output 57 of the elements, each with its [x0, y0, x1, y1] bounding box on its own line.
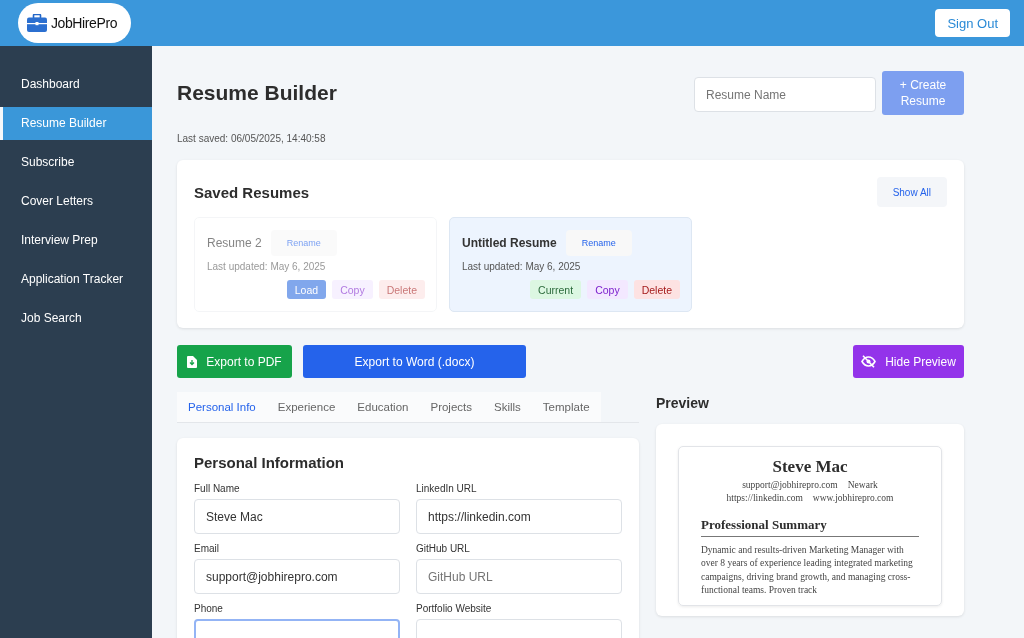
tab[interactable]: Experience: [266, 392, 347, 422]
tab[interactable]: Template: [531, 392, 601, 422]
contact-text: support@jobhirepro.com: [742, 480, 838, 490]
field-label: Phone: [194, 603, 224, 614]
sidebar-item[interactable]: Dashboard: [0, 65, 152, 104]
input-field[interactable]: https://linkedin.com: [416, 499, 622, 534]
resume-name: Steve Mac: [771, 457, 849, 477]
tab[interactable]: Personal Info: [177, 392, 267, 422]
resume-section-title: Professional Summary: [701, 517, 919, 537]
input-field[interactable]: support@jobhirepro.com: [194, 559, 400, 594]
field-label: LinkedIn URL: [416, 483, 478, 494]
field-label: Email: [194, 543, 220, 554]
sidebar-item[interactable]: Interview Prep: [0, 221, 152, 260]
last-saved-text: Last saved: 06/05/2025, 14:40:58: [177, 133, 327, 144]
export-pdf-button[interactable]: Export to PDF: [177, 345, 292, 378]
export-word-button[interactable]: Export to Word (.docx): [303, 345, 526, 378]
sidebar-item[interactable]: Job Search: [0, 299, 152, 338]
show-all-button[interactable]: Show All: [876, 177, 947, 207]
field-label: Full Name: [194, 483, 241, 494]
resume-card[interactable]: Resume 2 Rename Last updated: May 6, 2025 Load Copy Delete: [194, 217, 437, 312]
eye-slash-icon: [861, 355, 877, 368]
summary-text: Dynamic and results-driven Marketing Manager with over 8 years of experience leading integrated marketing campaigns, driving brand growth, and managing cross-functional teams. Proven track: [701, 544, 914, 597]
contact-text: Newark: [847, 480, 878, 490]
last-updated-text: Last updated: May 6, 2025: [207, 261, 327, 272]
briefcase-icon: [27, 14, 47, 32]
tab[interactable]: Skills: [483, 392, 532, 422]
last-updated-text: Last updated: May 6, 2025: [462, 261, 582, 272]
preview-title: Preview: [656, 395, 710, 411]
sidebar-item[interactable]: Subscribe: [0, 143, 152, 182]
resume-name-field[interactable]: Resume Name: [694, 77, 876, 112]
rename-button[interactable]: Rename: [565, 230, 632, 256]
contact-text: www.jobhirepro.com: [812, 493, 894, 503]
tab[interactable]: Education: [346, 392, 420, 422]
delete-button[interactable]: Delete: [633, 280, 680, 299]
input-field[interactable]: GitHub URL: [416, 559, 622, 594]
section-title: Saved Resumes: [194, 183, 310, 201]
file-download-icon: [187, 355, 198, 368]
sidebar-item[interactable]: Application Tracker: [0, 260, 152, 299]
logo-text: JobHirePro: [51, 15, 118, 31]
resume-card[interactable]: Untitled Resume Rename Last updated: May 6, 2025 Current Copy Delete: [449, 217, 692, 312]
input-field[interactable]: Steve Mac: [194, 499, 400, 534]
logo-pill[interactable]: JobHirePro: [18, 3, 132, 43]
copy-button[interactable]: Copy: [587, 280, 628, 299]
sidebar-item[interactable]: Cover Letters: [0, 182, 152, 221]
contact-text: https://linkedin.com: [726, 493, 803, 503]
tab[interactable]: Projects: [419, 392, 483, 422]
page-title: Resume Builder: [177, 81, 337, 105]
current-badge: Current: [530, 280, 582, 299]
delete-button[interactable]: Delete: [378, 280, 425, 299]
hide-preview-button[interactable]: Hide Preview: [853, 345, 964, 378]
sign-out-button[interactable]: Sign Out: [935, 9, 1010, 37]
sidebar-item[interactable]: Resume Builder: [0, 107, 152, 140]
field-label: GitHub URL: [416, 543, 471, 554]
field-label: Portfolio Website: [416, 603, 493, 614]
resume-name: Untitled Resume: [462, 236, 557, 250]
section-title: Personal Information: [194, 454, 346, 471]
resume-name: Resume 2: [207, 236, 262, 250]
